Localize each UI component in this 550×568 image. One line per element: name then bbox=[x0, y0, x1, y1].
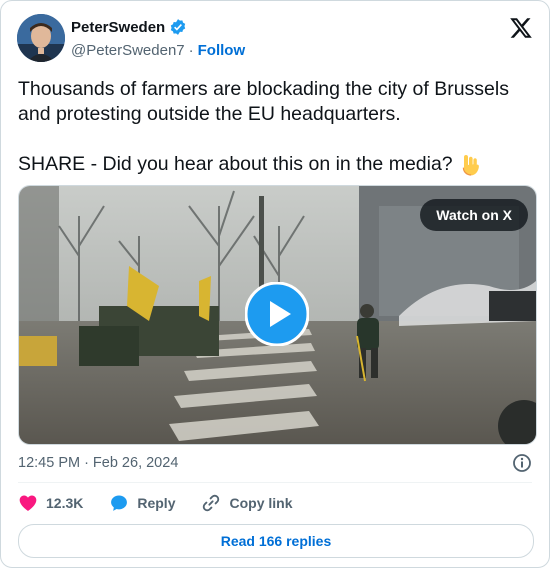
verified-badge-icon bbox=[169, 18, 187, 36]
like-count: 12.3K bbox=[46, 495, 84, 511]
author-name[interactable]: PeterSweden bbox=[71, 19, 165, 36]
read-replies-button[interactable]: Read 166 replies bbox=[18, 524, 534, 558]
info-icon[interactable] bbox=[512, 453, 532, 473]
tweet-text: Thousands of farmers are blockading the … bbox=[18, 77, 534, 177]
tweet-time[interactable]: 12:45 PM bbox=[18, 455, 80, 471]
tweet-card: PeterSweden @PeterSweden7 · Follow Thous… bbox=[0, 0, 550, 568]
video-player[interactable]: Watch on X bbox=[18, 185, 537, 445]
reply-label: Reply bbox=[137, 495, 176, 511]
divider bbox=[18, 482, 532, 483]
reply-bubble-icon bbox=[109, 493, 129, 513]
follow-button[interactable]: Follow bbox=[198, 42, 246, 59]
heart-icon bbox=[18, 493, 38, 513]
point-down-emoji-icon bbox=[459, 153, 481, 177]
link-icon bbox=[201, 493, 221, 513]
x-logo-icon[interactable] bbox=[509, 16, 533, 40]
avatar[interactable] bbox=[17, 14, 65, 62]
copy-link-button[interactable]: Copy link bbox=[201, 493, 293, 513]
time-separator: · bbox=[84, 455, 89, 471]
copy-link-label: Copy link bbox=[229, 495, 293, 511]
play-icon[interactable] bbox=[244, 281, 310, 347]
tweet-text-line2: SHARE - Did you hear about this on in th… bbox=[18, 153, 453, 175]
handle-separator: · bbox=[188, 42, 194, 59]
watch-on-x-button[interactable]: Watch on X bbox=[420, 199, 528, 231]
tweet-text-line1: Thousands of farmers are blockading the … bbox=[18, 78, 509, 125]
author-handle[interactable]: @PeterSweden7 bbox=[71, 42, 185, 59]
reply-button[interactable]: Reply bbox=[109, 493, 175, 513]
tweet-actions: 12.3K Reply Copy link bbox=[18, 493, 319, 513]
tweet-date[interactable]: Feb 26, 2024 bbox=[93, 455, 178, 471]
like-button[interactable]: 12.3K bbox=[18, 493, 83, 513]
